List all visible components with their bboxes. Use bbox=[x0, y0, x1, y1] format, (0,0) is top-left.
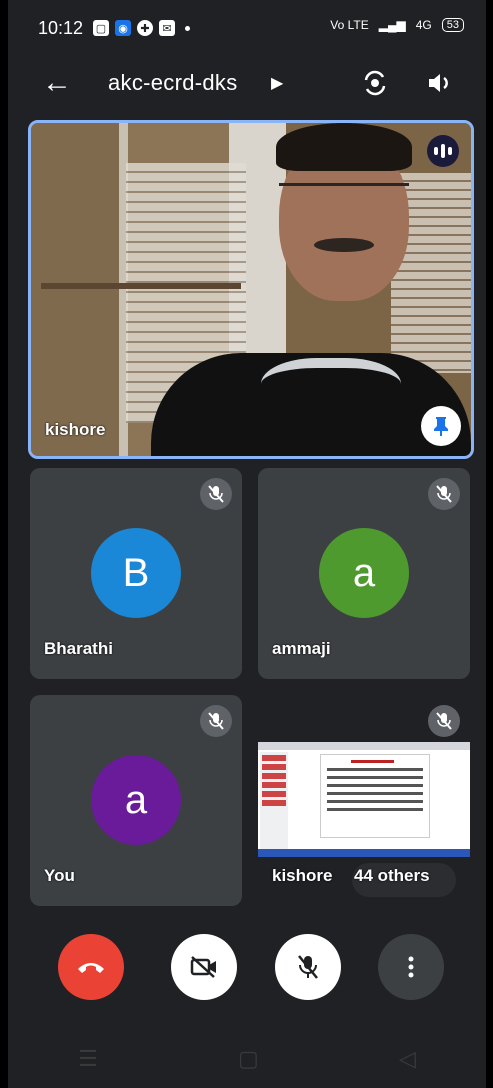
meeting-code-title[interactable]: akc-ecrd-dks bbox=[108, 70, 238, 96]
volte-indicator: Vo LTE bbox=[330, 18, 369, 32]
shared-screen-thumbnail bbox=[258, 742, 470, 857]
system-indicators: Vo LTE ▂▄▆ 4G 53 bbox=[330, 18, 464, 32]
participant-glasses bbox=[279, 183, 409, 214]
muted-mic-icon bbox=[428, 478, 460, 510]
signal-4g-indicator: 4G bbox=[415, 18, 432, 32]
main-video-tile[interactable]: kishore bbox=[28, 120, 474, 459]
camera-toggle-button[interactable] bbox=[171, 934, 237, 1000]
more-notifications-dot bbox=[185, 25, 190, 31]
participant-name: ammaji bbox=[272, 639, 331, 658]
participant-hair bbox=[276, 123, 412, 171]
shelf-line bbox=[41, 283, 241, 289]
avatar: B bbox=[91, 528, 181, 618]
camera-off-icon bbox=[190, 956, 216, 978]
switch-camera-icon[interactable] bbox=[360, 68, 390, 98]
participant-tile-you[interactable]: a You bbox=[30, 695, 242, 906]
mail-notification-icon: ✉ bbox=[159, 20, 175, 36]
notification-icons: ▢ ◉ ✚ ✉ bbox=[93, 20, 190, 36]
participant-name: Bharathi bbox=[44, 639, 113, 658]
game-notification-icon: ✚ bbox=[137, 20, 153, 36]
participant-mustache bbox=[314, 238, 374, 252]
system-nav-bar: ☰ ▢ ◁ bbox=[8, 1030, 486, 1088]
speaking-indicator-icon bbox=[427, 135, 459, 167]
muted-mic-icon bbox=[200, 705, 232, 737]
more-vert-icon bbox=[408, 956, 414, 978]
mic-off-icon bbox=[298, 955, 318, 979]
end-call-button[interactable] bbox=[58, 934, 124, 1000]
participant-name: You bbox=[44, 866, 75, 885]
participant-collar bbox=[261, 358, 401, 423]
app-frame: 10:12 ▢ ◉ ✚ ✉ Vo LTE ▂▄▆ 4G 53 ← akc-ecr… bbox=[8, 0, 486, 1088]
avatar: a bbox=[319, 528, 409, 618]
participant-tile-ammaji[interactable]: a ammaji bbox=[258, 468, 470, 679]
speaker-icon[interactable] bbox=[424, 68, 454, 98]
avatar: a bbox=[91, 755, 181, 845]
status-time: 10:12 bbox=[38, 18, 84, 38]
presentation-tile[interactable]: kishore 44 others bbox=[258, 695, 470, 906]
more-options-button[interactable] bbox=[378, 934, 444, 1000]
muted-mic-icon bbox=[200, 478, 232, 510]
signal-icon: ▂▄▆ bbox=[378, 18, 406, 32]
meeting-details-caret-icon[interactable]: ▶ bbox=[271, 73, 283, 93]
main-tile-name: kishore bbox=[45, 420, 106, 439]
pin-icon[interactable] bbox=[421, 406, 461, 446]
participant-tile-bharathi[interactable]: B Bharathi bbox=[30, 468, 242, 679]
meeting-header: ← akc-ecrd-dks ▶ bbox=[8, 58, 486, 108]
presenter-name: kishore bbox=[272, 866, 333, 885]
recent-apps-icon[interactable]: ☰ bbox=[78, 1046, 98, 1072]
others-count-label[interactable]: 44 others bbox=[354, 866, 430, 886]
microphone-toggle-button[interactable] bbox=[275, 934, 341, 1000]
app-notification-icon: ◉ bbox=[115, 20, 131, 36]
back-arrow-icon[interactable]: ← bbox=[42, 66, 72, 100]
battery-icon: 53 bbox=[441, 18, 464, 32]
muted-mic-icon bbox=[428, 705, 460, 737]
home-icon[interactable]: ▢ bbox=[238, 1046, 259, 1072]
hang-up-icon bbox=[78, 963, 104, 973]
status-bar: 10:12 ▢ ◉ ✚ ✉ Vo LTE ▂▄▆ 4G 53 bbox=[8, 0, 486, 58]
camera-notification-icon: ▢ bbox=[93, 20, 109, 36]
back-nav-icon[interactable]: ◁ bbox=[399, 1046, 416, 1072]
